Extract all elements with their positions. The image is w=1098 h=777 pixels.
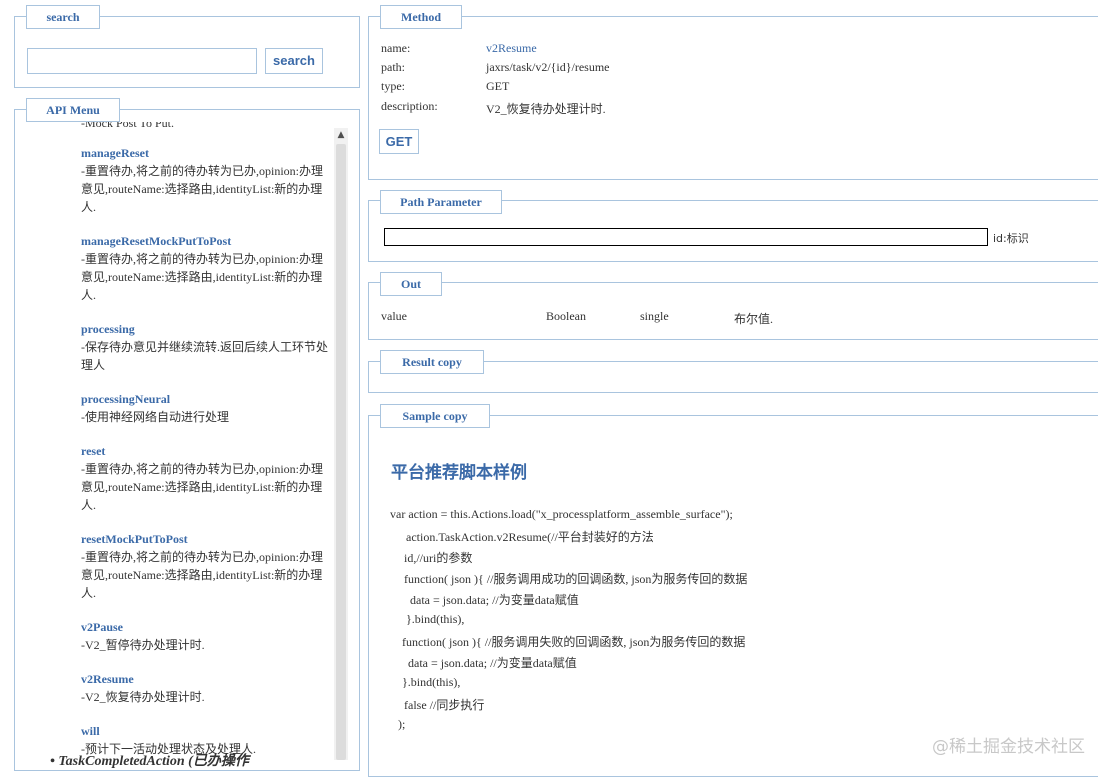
menu-item-desc: -保存待办意见并继续流转.返回后续人工环节处理人: [81, 340, 328, 372]
menu-item[interactable]: processing -保存待办意见并继续流转.返回后续人工环节处理人: [81, 320, 334, 374]
code-line: false //同步执行: [392, 698, 485, 712]
menu-item-link[interactable]: processing: [81, 320, 334, 338]
out-mode: single: [640, 309, 669, 323]
menu-item[interactable]: v2Resume -V2_恢复待办处理计时.: [81, 670, 334, 706]
menu-item-link[interactable]: manageReset: [81, 144, 334, 162]
menu-item-desc: -重置待办,将之前的待办转为已办,opinion:办理意见,routeName:…: [81, 462, 323, 512]
menu-scrollbar[interactable]: ▲: [334, 128, 348, 760]
method-legend: Method: [380, 5, 462, 29]
method-name-value: v2Resume: [486, 41, 537, 55]
menu-item[interactable]: resetMockPutToPost -重置待办,将之前的待办转为已办,opin…: [81, 530, 334, 602]
code-line: function( json ){ //服务调用成功的回调函数, json为服务…: [392, 572, 748, 586]
watermark: @稀土掘金技术社区: [932, 737, 1085, 757]
out-desc: 布尔值.: [734, 312, 774, 326]
menu-item[interactable]: reset -重置待办,将之前的待办转为已办,opinion:办理意见,rout…: [81, 442, 334, 514]
code-line: id,//uri的参数: [392, 551, 473, 565]
menu-item-desc: -使用神经网络自动进行处理: [81, 410, 229, 424]
get-button[interactable]: GET: [379, 129, 419, 154]
search-legend: search: [26, 5, 100, 29]
sample-title: 平台推荐脚本样例: [391, 463, 527, 483]
method-path-label: path:: [381, 60, 405, 74]
code-line: var action = this.Actions.load("x_proces…: [390, 507, 733, 521]
path-parameter-legend: Path Parameter: [380, 190, 502, 214]
api-menu-legend: API Menu: [26, 98, 120, 122]
menu-item[interactable]: manageReset -重置待办,将之前的待办转为已办,opinion:办理意…: [81, 144, 334, 216]
path-parameter-label: id:标识: [993, 232, 1029, 245]
menu-item-link[interactable]: reset: [81, 442, 334, 460]
method-type-label: type:: [381, 79, 405, 93]
method-description-label: description:: [381, 99, 438, 113]
menu-item-desc: -重置待办,将之前的待办转为已办,opinion:办理意见,routeName:…: [81, 252, 323, 302]
out-legend: Out: [380, 272, 442, 296]
result-legend: Result copy: [380, 350, 484, 374]
scroll-up-arrow-icon[interactable]: ▲: [334, 128, 348, 142]
code-line: data = json.data; //为变量data赋值: [384, 656, 577, 670]
menu-item-link[interactable]: v2Resume: [81, 670, 334, 688]
menu-item-desc: -V2_恢复待办处理计时.: [81, 690, 205, 704]
api-menu-list: -Mock Post To Put. manageReset -重置待办,将之前…: [16, 122, 334, 760]
menu-item[interactable]: processingNeural -使用神经网络自动进行处理: [81, 390, 334, 426]
path-parameter-input[interactable]: [384, 228, 988, 246]
method-description-value: V2_恢复待办处理计时.: [486, 102, 606, 116]
menu-item-link[interactable]: manageResetMockPutToPost: [81, 232, 334, 250]
method-panel: [368, 16, 1098, 180]
search-input[interactable]: [27, 48, 257, 74]
code-line: }.bind(this),: [390, 675, 461, 689]
method-path-value: jaxrs/task/v2/{id}/resume: [486, 60, 610, 74]
out-field: value: [381, 309, 407, 323]
menu-item[interactable]: v2Pause -V2_暂停待办处理计时.: [81, 618, 334, 654]
sample-legend: Sample copy: [380, 404, 490, 428]
menu-item-link[interactable]: v2Pause: [81, 618, 334, 636]
out-type: Boolean: [546, 309, 586, 323]
menu-item-link[interactable]: will: [81, 722, 334, 740]
code-line: );: [386, 717, 406, 731]
menu-item-desc: -V2_暂停待办处理计时.: [81, 638, 205, 652]
code-line: function( json ){ //服务调用失败的回调函数, json为服务…: [390, 635, 746, 649]
menu-item[interactable]: manageResetMockPutToPost -重置待办,将之前的待办转为已…: [81, 232, 334, 304]
method-type-value: GET: [486, 79, 510, 93]
out-panel: [368, 282, 1098, 340]
code-line: action.TaskAction.v2Resume(//平台封装好的方法: [394, 530, 654, 544]
search-button[interactable]: search: [265, 48, 323, 74]
menu-item-link[interactable]: processingNeural: [81, 390, 334, 408]
method-name-label: name:: [381, 41, 411, 55]
menu-item-desc: -Mock Post To Put.: [81, 122, 174, 130]
code-line: }.bind(this),: [394, 612, 465, 626]
scroll-thumb[interactable]: [336, 144, 346, 760]
menu-item-link[interactable]: resetMockPutToPost: [81, 530, 334, 548]
menu-item-desc: -重置待办,将之前的待办转为已办,opinion:办理意见,routeName:…: [81, 164, 323, 214]
code-line: data = json.data; //为变量data赋值: [386, 593, 579, 607]
menu-group-heading[interactable]: • TaskCompletedAction (已办操作: [50, 750, 249, 770]
menu-item-desc: -重置待办,将之前的待办转为已办,opinion:办理意见,routeName:…: [81, 550, 323, 600]
menu-group-label[interactable]: TaskCompletedAction (已办操作: [58, 754, 248, 769]
